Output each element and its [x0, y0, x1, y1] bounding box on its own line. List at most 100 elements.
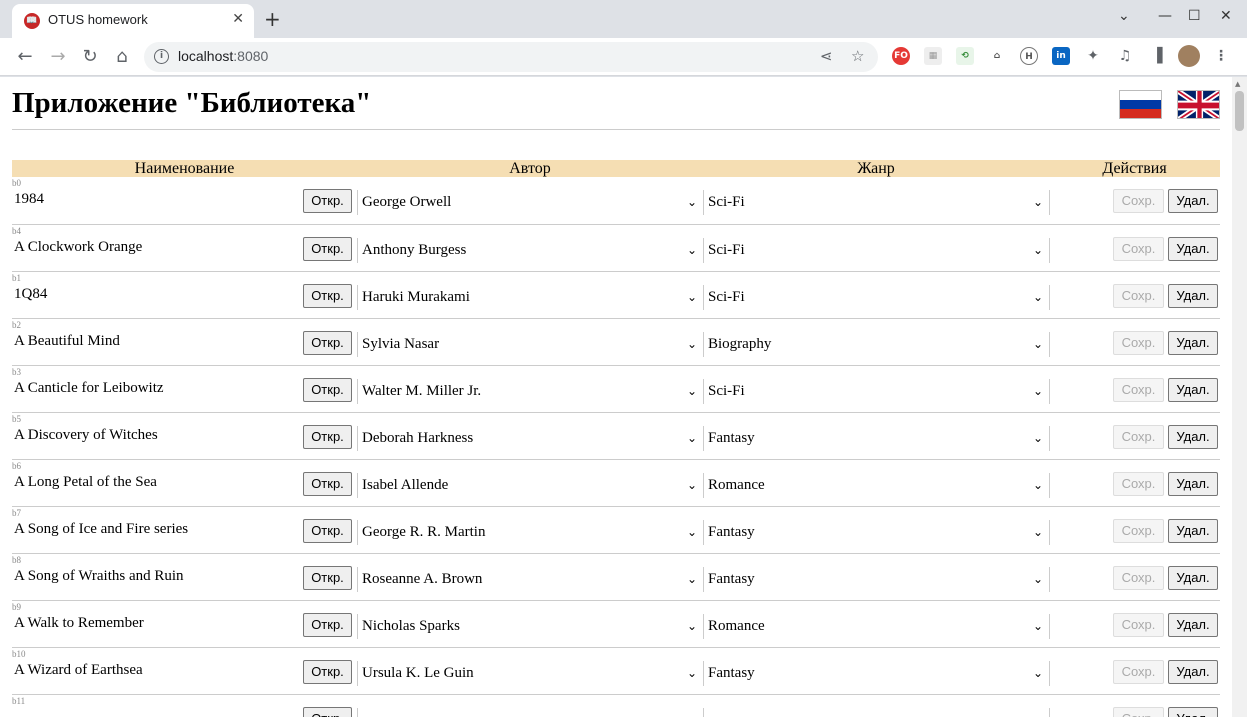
- chevron-down-icon: ⌄: [686, 289, 697, 304]
- genre-value: Sci-Fi: [708, 241, 745, 258]
- save-button[interactable]: Сохр.: [1113, 330, 1164, 355]
- save-button[interactable]: Сохр.: [1113, 612, 1164, 637]
- author-select[interactable]: Deborah Harkness ⌄: [357, 425, 697, 451]
- delete-button[interactable]: Удал.: [1168, 330, 1218, 355]
- delete-button[interactable]: Удал.: [1168, 565, 1218, 590]
- close-tab-icon[interactable]: ✕: [232, 11, 244, 27]
- open-button[interactable]: Откр.: [303, 283, 352, 308]
- open-button[interactable]: Откр.: [303, 236, 352, 261]
- delete-button[interactable]: Удал.: [1168, 189, 1218, 213]
- genre-select[interactable]: Sci-Fi ⌄: [703, 378, 1043, 404]
- actions-divider: [1049, 707, 1050, 717]
- chevron-down-icon: ⌄: [686, 477, 697, 492]
- author-select[interactable]: Ursula K. Le Guin ⌄: [357, 660, 697, 686]
- bookmark-star-icon[interactable]: ☆: [851, 47, 864, 65]
- delete-button[interactable]: Удал.: [1168, 424, 1218, 449]
- author-select[interactable]: Nicholas Sparks ⌄: [357, 613, 697, 639]
- author-select[interactable]: ⌄: [357, 707, 697, 717]
- save-button[interactable]: Сохр.: [1113, 424, 1164, 449]
- genre-select[interactable]: Romance ⌄: [703, 472, 1043, 498]
- extensions-puzzle-icon[interactable]: ✦: [1084, 47, 1102, 65]
- extension-h-icon[interactable]: H: [1020, 47, 1038, 65]
- open-button[interactable]: Откр.: [303, 612, 352, 637]
- genre-select[interactable]: ⌄: [703, 707, 1043, 717]
- page-scrollbar[interactable]: ▲: [1232, 77, 1247, 717]
- genre-select[interactable]: Fantasy ⌄: [703, 660, 1043, 686]
- delete-button[interactable]: Удал.: [1168, 236, 1218, 261]
- media-control-icon[interactable]: ♫: [1116, 47, 1134, 65]
- delete-button[interactable]: Удал.: [1168, 283, 1218, 308]
- forward-icon[interactable]: →: [47, 46, 69, 68]
- chevron-down-icon: ⌄: [686, 242, 697, 257]
- tab-search-chevron-icon[interactable]: ⌄: [1118, 8, 1130, 24]
- genre-select[interactable]: Sci-Fi ⌄: [703, 284, 1043, 310]
- url-text[interactable]: localhost:8080: [178, 48, 268, 64]
- site-info-icon[interactable]: i: [154, 49, 169, 64]
- genre-select[interactable]: Fantasy ⌄: [703, 425, 1043, 451]
- save-button[interactable]: Сохр.: [1113, 659, 1164, 684]
- genre-select[interactable]: Sci-Fi ⌄: [703, 190, 1043, 215]
- extension-puzzle-green-icon[interactable]: ⟲: [956, 47, 974, 65]
- share-icon[interactable]: ⋖: [820, 47, 833, 65]
- save-button[interactable]: Сохр.: [1113, 283, 1164, 308]
- extension-grid-icon[interactable]: ▦: [924, 47, 942, 65]
- save-button[interactable]: Сохр.: [1113, 189, 1164, 213]
- open-button[interactable]: Откр.: [303, 659, 352, 684]
- save-button[interactable]: Сохр.: [1113, 471, 1164, 496]
- actions-divider: [1049, 472, 1050, 498]
- author-select[interactable]: George R. R. Martin ⌄: [357, 519, 697, 545]
- genre-select[interactable]: Sci-Fi ⌄: [703, 237, 1043, 263]
- close-window-icon[interactable]: ✕: [1220, 8, 1232, 24]
- save-button[interactable]: Сохр.: [1113, 236, 1164, 261]
- book-favicon-icon: 📖: [24, 13, 40, 29]
- side-panel-icon[interactable]: ▐: [1148, 47, 1166, 65]
- delete-button[interactable]: Удал.: [1168, 612, 1218, 637]
- author-select[interactable]: Anthony Burgess ⌄: [357, 237, 697, 263]
- save-button[interactable]: Сохр.: [1113, 565, 1164, 590]
- open-button[interactable]: Откр.: [303, 377, 352, 402]
- author-select[interactable]: George Orwell ⌄: [357, 190, 697, 215]
- home-icon[interactable]: ⌂: [111, 46, 133, 68]
- open-button[interactable]: Откр.: [303, 471, 352, 496]
- open-button[interactable]: Откр.: [303, 706, 352, 717]
- save-button[interactable]: Сохр.: [1113, 377, 1164, 402]
- genre-select[interactable]: Biography ⌄: [703, 331, 1043, 357]
- profile-avatar[interactable]: [1178, 45, 1200, 67]
- address-bar[interactable]: i localhost:8080 ⋖ ☆: [144, 42, 878, 72]
- browser-tab[interactable]: 📖 OTUS homework ✕: [12, 4, 254, 38]
- author-select[interactable]: Haruki Murakami ⌄: [357, 284, 697, 310]
- genre-select[interactable]: Fantasy ⌄: [703, 566, 1043, 592]
- open-button[interactable]: Откр.: [303, 424, 352, 449]
- menu-kebab-icon[interactable]: ⋮: [1212, 47, 1230, 65]
- table-row: b0 1984 Откр. George Orwell ⌄ Sci-Fi ⌄ Сохр. Уда…: [12, 177, 1220, 225]
- new-tab-button[interactable]: +: [264, 8, 281, 30]
- author-select[interactable]: Walter M. Miller Jr. ⌄: [357, 378, 697, 404]
- uk-flag-icon[interactable]: [1177, 90, 1220, 119]
- linkedin-icon[interactable]: in: [1052, 47, 1070, 65]
- scroll-up-icon[interactable]: ▲: [1235, 80, 1240, 88]
- back-icon[interactable]: ←: [14, 46, 36, 68]
- minimize-icon[interactable]: —: [1158, 8, 1172, 24]
- open-button[interactable]: Откр.: [303, 330, 352, 355]
- genre-select[interactable]: Fantasy ⌄: [703, 519, 1043, 545]
- author-select[interactable]: Sylvia Nasar ⌄: [357, 331, 697, 357]
- extension-fo-icon[interactable]: FO: [892, 47, 910, 65]
- author-select[interactable]: Isabel Allende ⌄: [357, 472, 697, 498]
- save-button[interactable]: Сохр.: [1113, 518, 1164, 543]
- open-button[interactable]: Откр.: [303, 565, 352, 590]
- maximize-icon[interactable]: ☐: [1188, 8, 1201, 24]
- save-button[interactable]: Сохр.: [1113, 706, 1164, 717]
- extension-building-icon[interactable]: ⌂: [988, 47, 1006, 65]
- delete-button[interactable]: Удал.: [1168, 706, 1218, 717]
- genre-select[interactable]: Romance ⌄: [703, 613, 1043, 639]
- delete-button[interactable]: Удал.: [1168, 659, 1218, 684]
- open-button[interactable]: Откр.: [303, 518, 352, 543]
- delete-button[interactable]: Удал.: [1168, 377, 1218, 402]
- reload-icon[interactable]: ↻: [79, 46, 101, 68]
- author-select[interactable]: Roseanne A. Brown ⌄: [357, 566, 697, 592]
- open-button[interactable]: Откр.: [303, 189, 352, 213]
- russian-flag-icon[interactable]: [1119, 90, 1162, 119]
- delete-button[interactable]: Удал.: [1168, 518, 1218, 543]
- scroll-thumb[interactable]: [1235, 91, 1244, 131]
- delete-button[interactable]: Удал.: [1168, 471, 1218, 496]
